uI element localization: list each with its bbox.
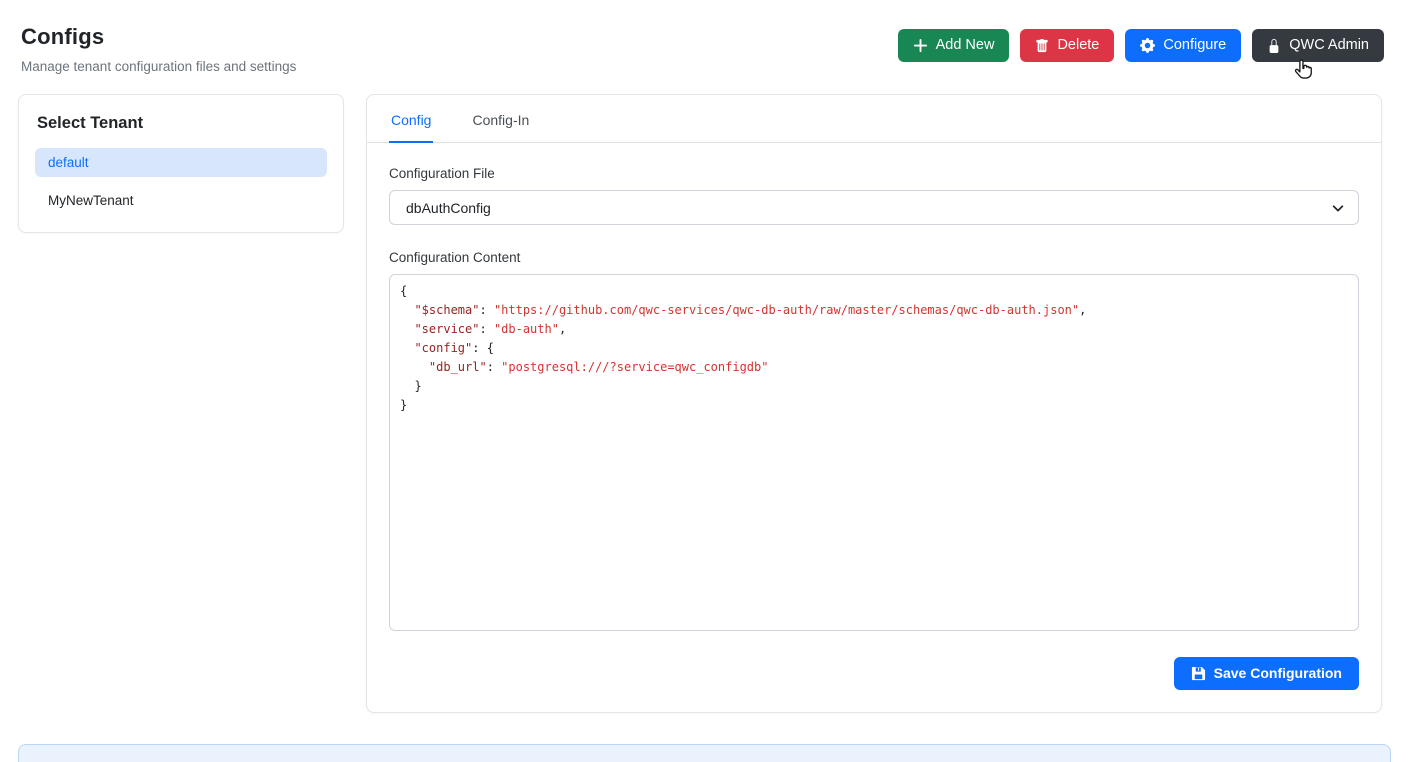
code-token: "postgresql:///?service=qwc_configdb" <box>501 360 768 374</box>
delete-label: Delete <box>1057 37 1099 54</box>
add-new-label: Add New <box>936 37 995 54</box>
code-token <box>400 322 414 336</box>
code-token: { <box>400 284 407 298</box>
chevron-down-icon <box>1331 201 1345 215</box>
page-header: Configs Manage tenant configuration file… <box>0 0 1409 74</box>
configure-button[interactable]: Configure <box>1125 29 1241 62</box>
code-token <box>400 303 414 317</box>
qwc-admin-button[interactable]: QWC Admin <box>1252 29 1384 62</box>
config-content-label: Configuration Content <box>389 250 1359 265</box>
qwc-admin-label: QWC Admin <box>1289 37 1369 54</box>
code-token: : <box>487 360 501 374</box>
tenant-panel: Select Tenant default MyNewTenant <box>18 94 344 233</box>
code-token: "$schema" <box>414 303 479 317</box>
code-token: "db_url" <box>429 360 487 374</box>
code-line: "service": "db-auth", <box>400 320 1348 339</box>
lock-icon <box>1267 39 1281 53</box>
code-token <box>400 360 429 374</box>
code-line: "$schema": "https://github.com/qwc-servi… <box>400 301 1348 320</box>
code-line: "config": { <box>400 339 1348 358</box>
code-line: } <box>400 377 1348 396</box>
info-alert <box>18 744 1391 762</box>
configure-label: Configure <box>1163 37 1226 54</box>
code-token: : <box>479 322 493 336</box>
code-token: : <box>479 303 493 317</box>
content-area: Select Tenant default MyNewTenant Config… <box>18 94 1382 713</box>
page-subtitle: Manage tenant configuration files and se… <box>21 59 296 74</box>
tab-config-in[interactable]: Config-In <box>470 95 531 143</box>
delete-button[interactable]: Delete <box>1020 29 1114 62</box>
config-panel: Config Config-In Configuration File dbAu… <box>366 94 1382 713</box>
config-file-label: Configuration File <box>389 166 1359 181</box>
code-line: } <box>400 396 1348 415</box>
save-configuration-label: Save Configuration <box>1214 665 1342 682</box>
code-token <box>400 341 414 355</box>
plus-icon <box>913 38 928 53</box>
config-content-editor[interactable]: { "$schema": "https://github.com/qwc-ser… <box>389 274 1359 631</box>
code-line: { <box>400 282 1348 301</box>
add-new-button[interactable]: Add New <box>898 29 1010 62</box>
gear-icon <box>1140 38 1155 53</box>
code-token: , <box>1079 303 1086 317</box>
save-configuration-button[interactable]: Save Configuration <box>1174 657 1359 690</box>
page-heading-group: Configs Manage tenant configuration file… <box>21 24 296 74</box>
tenant-item-default[interactable]: default <box>35 148 327 177</box>
code-token: "config" <box>414 341 472 355</box>
panel-footer: Save Configuration <box>389 657 1359 690</box>
config-tabbar: Config Config-In <box>367 95 1381 143</box>
code-token: } <box>400 398 407 412</box>
code-token: "https://github.com/qwc-services/qwc-db-… <box>494 303 1079 317</box>
tenant-item-mynewtenant[interactable]: MyNewTenant <box>35 186 327 215</box>
code-line: "db_url": "postgresql:///?service=qwc_co… <box>400 358 1348 377</box>
tenant-list: default MyNewTenant <box>35 148 327 215</box>
toolbar: Add New Delete Configure QWC Admin <box>898 29 1384 62</box>
tenant-panel-title: Select Tenant <box>37 114 327 133</box>
code-token: "db-auth" <box>494 322 559 336</box>
config-file-select[interactable]: dbAuthConfig <box>389 190 1359 225</box>
code-token: "service" <box>414 322 479 336</box>
code-token: } <box>400 379 422 393</box>
trash-icon <box>1035 39 1049 53</box>
config-tab-panel: Configuration File dbAuthConfig Configur… <box>367 143 1381 712</box>
code-token: : { <box>472 341 494 355</box>
code-token: , <box>559 322 566 336</box>
tab-config[interactable]: Config <box>389 95 433 143</box>
page-title: Configs <box>21 24 296 50</box>
config-file-selected-value: dbAuthConfig <box>406 200 491 216</box>
floppy-disk-icon <box>1191 666 1206 681</box>
